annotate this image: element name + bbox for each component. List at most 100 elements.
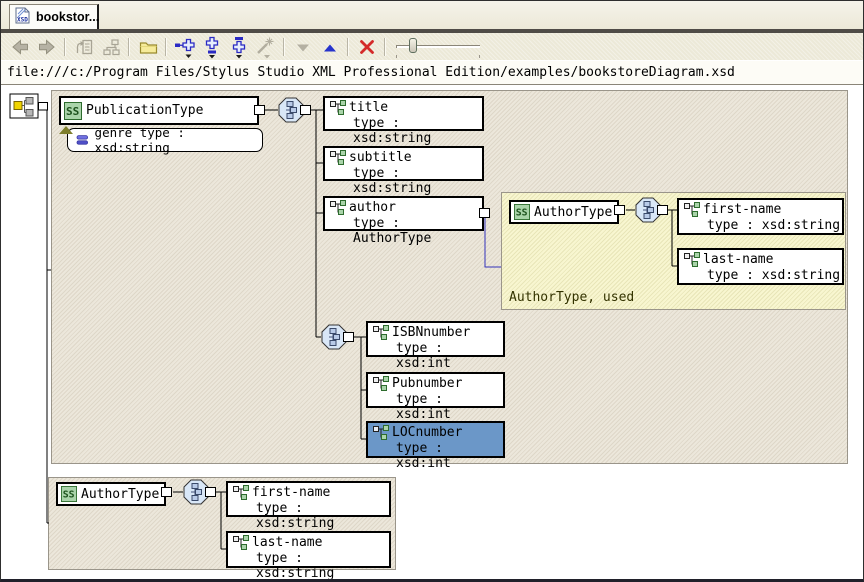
node-author[interactable]: author type : AuthorType — [323, 196, 484, 231]
element-icon — [684, 202, 700, 217]
toolbar-separator — [128, 38, 130, 56]
element-icon — [233, 485, 249, 500]
element-type: type : AuthorType — [325, 216, 482, 232]
element-name: first-name — [252, 485, 330, 500]
element-icon — [233, 535, 249, 550]
node-publication-type[interactable]: SS PublicationType — [59, 96, 259, 125]
root-child-node-icon — [26, 110, 33, 117]
slider-tick — [479, 55, 480, 58]
complex-type-icon: SS — [514, 204, 530, 220]
connector-handle[interactable] — [343, 332, 354, 342]
schema-root-node[interactable] — [9, 93, 49, 126]
svg-text:SS: SS — [66, 105, 79, 118]
element-icon — [330, 100, 346, 115]
show-in-diagram-button — [97, 35, 124, 59]
connector-handle[interactable] — [254, 105, 265, 115]
element-type: type : xsd:string — [679, 268, 842, 284]
goto-definition-button — [70, 35, 97, 59]
slider-tick — [396, 55, 397, 58]
connector-handle[interactable] — [657, 205, 668, 215]
node-first-name-used[interactable]: first-name type : xsd:string — [677, 198, 844, 235]
node-last-name-global[interactable]: last-name type : xsd:string — [226, 531, 391, 568]
tab-bookstore-diagram[interactable]: XSD bookstor... — [9, 4, 99, 29]
node-author-type-global[interactable]: SS AuthorType — [56, 482, 166, 506]
connector-handle[interactable] — [300, 105, 311, 115]
node-last-name-used[interactable]: last-name type : xsd:string — [677, 248, 844, 285]
attribute-genre[interactable]: genre type : xsd:string — [67, 128, 263, 152]
complex-type-icon: SS — [64, 102, 82, 120]
node-subtitle[interactable]: subtitle type : xsd:string — [323, 146, 484, 181]
file-url: file:///c:/Program Files/Stylus Studio X… — [7, 65, 735, 80]
quick-edit-wand-icon — [254, 35, 278, 59]
element-name: title — [349, 100, 388, 115]
used-type-note: AuthorType, used — [509, 290, 634, 305]
attribute-icon — [76, 134, 90, 146]
element-icon — [373, 425, 389, 440]
move-up-button[interactable] — [316, 35, 343, 59]
root-yellow-node-icon — [14, 102, 22, 110]
type-name: AuthorType — [81, 487, 159, 502]
root-connector-handle — [39, 103, 48, 111]
node-isbnnumber[interactable]: ISBNnumber type : xsd:int — [366, 321, 505, 357]
node-title[interactable]: title type : xsd:string — [323, 96, 484, 131]
node-pubnumber[interactable]: Pubnumber type : xsd:int — [366, 372, 505, 408]
element-icon — [330, 150, 346, 165]
toolbar-separator — [347, 38, 349, 56]
element-type: type : xsd:string — [679, 218, 842, 234]
show-in-diagram-icon — [100, 37, 122, 57]
element-icon — [373, 325, 389, 340]
add-reference-icon — [173, 35, 197, 59]
zoom-slider[interactable] — [392, 36, 484, 58]
connector-handle[interactable] — [479, 208, 490, 218]
zoom-slider-thumb[interactable] — [409, 38, 417, 53]
address-bar[interactable]: file:///c:/Program Files/Stylus Studio X… — [1, 60, 863, 85]
element-name: author — [349, 200, 396, 215]
svg-text:XSD: XSD — [17, 17, 28, 24]
expand-triangle-icon[interactable] — [59, 126, 73, 134]
element-type: type : xsd:string — [325, 166, 482, 182]
xsd-file-icon: XSD — [14, 7, 31, 27]
element-type: type : xsd:int — [368, 392, 503, 408]
element-type: type : xsd:int — [368, 441, 503, 457]
complex-type-icon: SS — [61, 486, 77, 502]
element-type: type : xsd:string — [325, 116, 482, 132]
type-name: AuthorType — [534, 205, 612, 220]
move-up-icon — [324, 44, 336, 51]
element-type: type : xsd:string — [228, 501, 389, 517]
root-child-node-icon — [26, 98, 33, 105]
forward-arrow-icon — [39, 40, 54, 53]
add-reference-button[interactable] — [171, 35, 198, 59]
node-first-name-global[interactable]: first-name type : xsd:string — [226, 481, 391, 517]
goto-definition-icon — [73, 37, 95, 57]
connector-handle[interactable] — [614, 205, 625, 215]
element-icon — [684, 252, 700, 267]
node-locnumber-selected[interactable]: LOCnumber type : xsd:int — [366, 421, 505, 458]
toolbar-separator — [64, 38, 66, 56]
open-folder-icon — [137, 37, 159, 57]
forward-button — [33, 35, 60, 59]
add-sibling-icon — [227, 35, 251, 59]
element-name: subtitle — [349, 150, 412, 165]
element-name: last-name — [703, 252, 773, 267]
move-down-icon — [297, 44, 309, 51]
diagram-toolbar — [1, 33, 863, 60]
element-name: Pubnumber — [392, 376, 462, 391]
node-author-type-used[interactable]: SS AuthorType — [509, 200, 619, 224]
svg-text:SS: SS — [63, 490, 75, 501]
back-button — [6, 35, 33, 59]
connector-handle[interactable] — [161, 487, 172, 497]
delete-button[interactable] — [353, 35, 380, 59]
open-folder-button[interactable] — [134, 35, 161, 59]
element-name: LOCnumber — [392, 425, 462, 440]
add-sibling-button[interactable] — [225, 35, 252, 59]
type-name: PublicationType — [86, 103, 203, 118]
element-name: first-name — [703, 202, 781, 217]
connector-handle[interactable] — [205, 487, 216, 497]
element-icon — [373, 376, 389, 391]
delete-x-icon — [361, 41, 372, 52]
element-name: last-name — [252, 535, 322, 550]
add-child-button[interactable] — [198, 35, 225, 59]
add-child-icon — [200, 35, 224, 59]
attribute-label: genre type : xsd:string — [95, 125, 262, 155]
move-down-button — [289, 35, 316, 59]
